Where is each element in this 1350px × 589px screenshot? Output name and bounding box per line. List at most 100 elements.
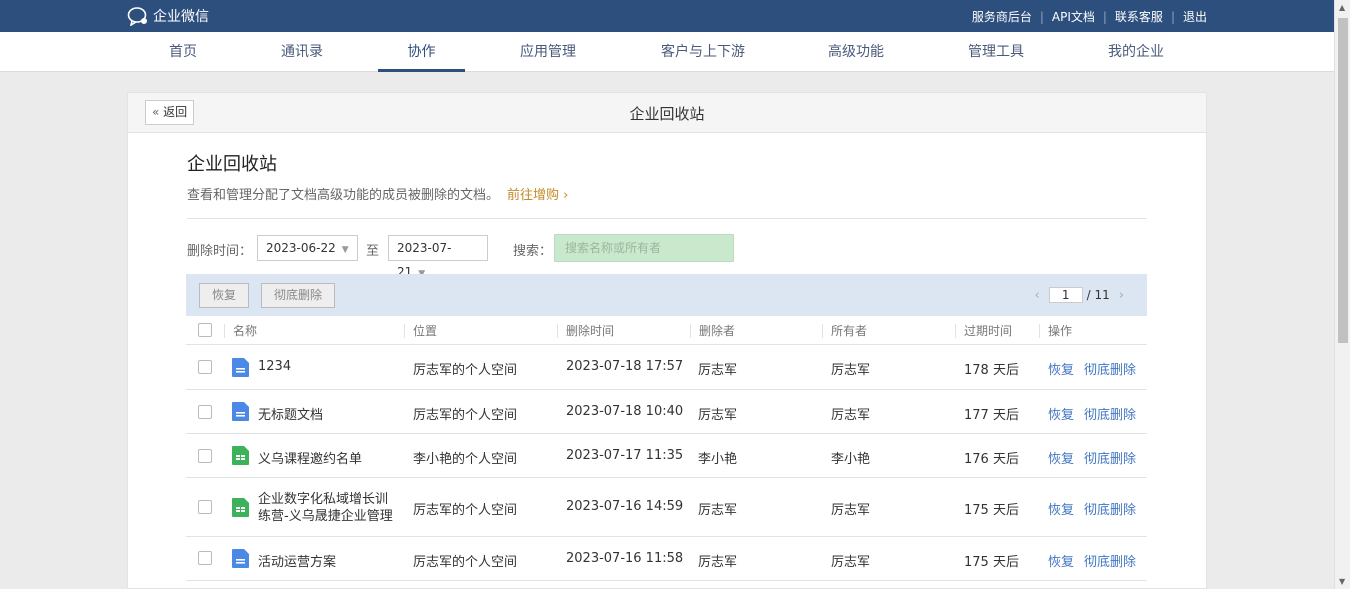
link-contact-support[interactable]: 联系客服 [1115, 8, 1163, 25]
restore-action[interactable]: 恢复 [1048, 404, 1074, 423]
page-title: 企业回收站 [187, 154, 277, 175]
file-location: 厉志军的个人空间 [413, 408, 518, 423]
page-total: / 11 [1086, 288, 1110, 302]
purge-action[interactable]: 彻底删除 [1084, 499, 1136, 518]
scrollbar-thumb[interactable] [1338, 18, 1348, 343]
nav-my-enterprise[interactable]: 我的企业 [1102, 32, 1170, 72]
search-label: 搜索： [513, 244, 553, 259]
row-checkbox[interactable] [198, 449, 212, 463]
purge-button[interactable]: 彻底删除 [261, 283, 336, 308]
description-text: 查看和管理分配了文档高级功能的成员被删除的文档。 [187, 188, 500, 203]
nav-advanced[interactable]: 高级功能 [822, 32, 890, 72]
separator: | [1102, 9, 1107, 24]
deleted-by: 厉志军 [698, 408, 738, 423]
content: 企业回收站 查看和管理分配了文档高级功能的成员被删除的文档。 前往增购 › 删除时… [187, 133, 1147, 279]
purchase-link[interactable]: 前往增购 › [507, 188, 568, 203]
next-page-icon[interactable]: › [1119, 288, 1124, 303]
logo-text: 企业微信 [153, 9, 209, 25]
doc-icon [232, 358, 249, 377]
doc-icon [232, 549, 249, 568]
expires: 176 天后 [964, 452, 1019, 467]
panel-title: 企业回收站 [629, 105, 705, 123]
table-row: 1234 厉志军的个人空间 2023-07-18 17:57 厉志军 厉志军 1… [186, 345, 1147, 390]
logo[interactable]: 企业微信 [127, 6, 209, 26]
file-name[interactable]: 无标题文档 [258, 404, 323, 423]
start-date-select[interactable]: 2023-06-22 ▼ [257, 235, 358, 261]
col-owner: 所有者 [822, 324, 867, 338]
restore-action[interactable]: 恢复 [1048, 359, 1074, 378]
deleted-at: 2023-07-16 14:59 [566, 499, 684, 514]
deleted-at: 2023-07-16 11:58 [566, 551, 684, 566]
deleted-by: 厉志军 [698, 363, 738, 378]
row-checkbox[interactable] [198, 500, 212, 514]
link-logout[interactable]: 退出 [1183, 8, 1207, 25]
nav-collaboration[interactable]: 协作 [378, 32, 465, 72]
nav-home[interactable]: 首页 [163, 32, 203, 72]
vertical-scrollbar[interactable]: ▲ ▼ [1334, 0, 1350, 589]
deleted-by: 厉志军 [698, 503, 738, 518]
expires: 175 天后 [964, 503, 1019, 518]
start-date-value: 2023-06-22 [266, 241, 336, 255]
file-location: 李小艳的个人空间 [413, 452, 518, 467]
row-checkbox[interactable] [198, 360, 212, 374]
page-input[interactable]: 1 [1048, 287, 1083, 303]
link-api-docs[interactable]: API文档 [1052, 8, 1095, 25]
col-location: 位置 [404, 324, 437, 338]
owner: 厉志军 [831, 408, 871, 423]
deleted-by: 厉志军 [698, 555, 738, 570]
table-toolbar: 恢复 彻底删除 ‹ 1 / 11 › [186, 274, 1147, 316]
file-location: 厉志军的个人空间 [413, 555, 518, 570]
restore-action[interactable]: 恢复 [1048, 551, 1074, 570]
file-name-line: 企业数字化私域增长训 [258, 492, 389, 507]
restore-action[interactable]: 恢复 [1048, 448, 1074, 467]
expires: 175 天后 [964, 555, 1019, 570]
nav-customers[interactable]: 客户与上下游 [655, 32, 751, 72]
deleted-by: 李小艳 [698, 452, 738, 467]
caret-down-icon: ▼ [341, 245, 349, 255]
scroll-up-icon[interactable]: ▲ [1339, 3, 1345, 12]
row-checkbox[interactable] [198, 405, 212, 419]
link-provider-backend[interactable]: 服务商后台 [972, 8, 1032, 25]
purge-action[interactable]: 彻底删除 [1084, 551, 1136, 570]
nav-admin-tools[interactable]: 管理工具 [962, 32, 1030, 72]
file-name[interactable]: 活动运营方案 [258, 551, 336, 570]
restore-action[interactable]: 恢复 [1048, 499, 1074, 518]
restore-button[interactable]: 恢复 [199, 283, 250, 308]
table-row: 义乌课程邀约名单 李小艳的个人空间 2023-07-17 11:35 李小艳 李… [186, 434, 1147, 478]
row-checkbox[interactable] [198, 551, 212, 565]
table-header: 名称 位置 删除时间 删除者 所有者 过期时间 操作 [186, 316, 1147, 345]
file-name[interactable]: 企业数字化私域增长训 练营-义乌晟捷企业管理 [258, 491, 393, 525]
panel-header: « 返回 企业回收站 [128, 93, 1206, 133]
file-name[interactable]: 义乌课程邀约名单 [258, 448, 362, 467]
sheet-icon [232, 498, 249, 517]
separator: | [1170, 9, 1175, 24]
purge-action[interactable]: 彻底删除 [1084, 404, 1136, 423]
file-location: 厉志军的个人空间 [413, 363, 518, 378]
filter-bar: 删除时间： 2023-06-22 ▼ 至 2023-07-21▼ 搜索： 搜索名称… [187, 219, 1147, 279]
file-name[interactable]: 1234 [258, 359, 291, 374]
select-all-checkbox[interactable] [198, 323, 212, 337]
scroll-down-icon[interactable]: ▼ [1339, 577, 1345, 586]
col-deleted-by: 删除者 [690, 324, 735, 338]
table-row: 无标题文档 厉志军的个人空间 2023-07-18 10:40 厉志军 厉志军 … [186, 390, 1147, 434]
deleted-at: 2023-07-18 17:57 [566, 359, 684, 374]
col-name: 名称 [224, 324, 257, 338]
purge-action[interactable]: 彻底删除 [1084, 359, 1136, 378]
purchase-link-label: 前往增购 [507, 188, 560, 203]
file-name-line: 练营-义乌晟捷企业管理 [258, 509, 393, 524]
expires: 177 天后 [964, 408, 1019, 423]
search-input[interactable]: 搜索名称或所有者 [554, 234, 734, 262]
separator: | [1039, 9, 1044, 24]
table-row: 活动运营方案 厉志军的个人空间 2023-07-16 11:58 厉志军 厉志军… [186, 537, 1147, 581]
top-links: 服务商后台 | API文档 | 联系客服 | 退出 [972, 8, 1207, 25]
prev-page-icon[interactable]: ‹ [1034, 288, 1039, 303]
owner: 李小艳 [831, 452, 871, 467]
nav-contacts[interactable]: 通讯录 [275, 32, 329, 72]
table-row: 企业数字化私域增长训 练营-义乌晟捷企业管理 厉志军的个人空间 2023-07-… [186, 478, 1147, 537]
nav-app-management[interactable]: 应用管理 [514, 32, 582, 72]
end-date-select[interactable]: 2023-07-21▼ [388, 235, 488, 279]
owner: 厉志军 [831, 363, 871, 378]
purge-action[interactable]: 彻底删除 [1084, 448, 1136, 467]
col-actions: 操作 [1039, 324, 1072, 338]
owner: 厉志军 [831, 555, 871, 570]
